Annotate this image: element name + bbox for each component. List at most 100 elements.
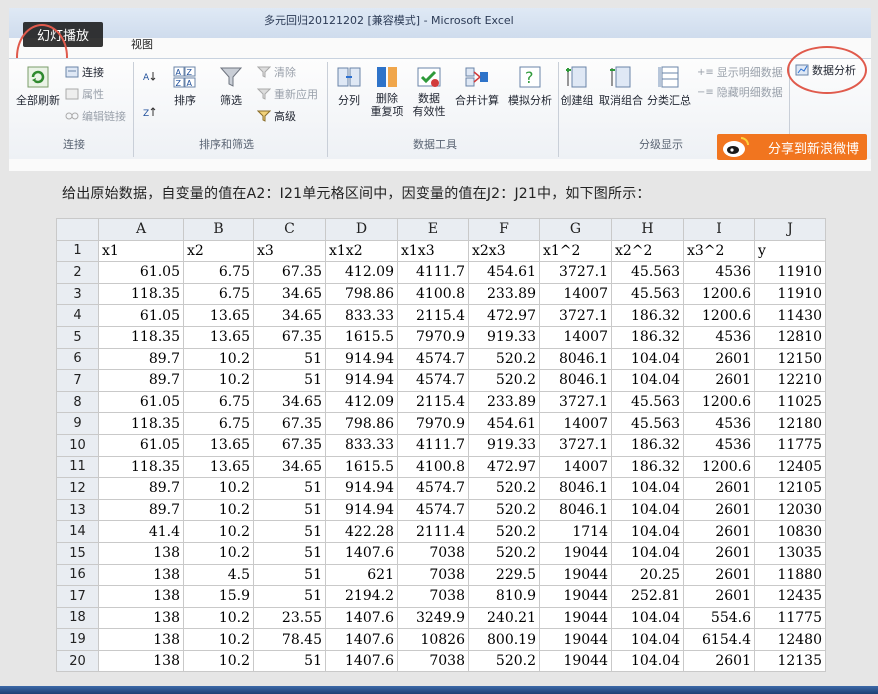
cell[interactable]: 520.2 [468, 347, 540, 371]
cell[interactable]: 798.86 [325, 282, 398, 306]
cell[interactable]: 240.21 [468, 606, 540, 630]
cell[interactable]: 19044 [539, 585, 612, 608]
row-header[interactable]: 12 [56, 477, 99, 500]
refresh-all-button[interactable]: 全部刷新 [15, 64, 61, 108]
cell[interactable]: 914.94 [325, 347, 398, 371]
hide-detail-button[interactable]: −≡ 隐藏明细数据 [697, 84, 783, 100]
reapply-button[interactable]: 重新应用 [257, 86, 318, 102]
cell[interactable]: 4100.8 [397, 282, 469, 306]
cell[interactable]: 186.32 [611, 304, 684, 327]
cell[interactable]: 20.25 [611, 563, 684, 587]
cell[interactable]: x1x3 [397, 239, 469, 263]
row-header[interactable]: 3 [56, 282, 99, 306]
remove-duplicates-button[interactable]: 删除 重复项 [365, 64, 409, 118]
cell[interactable]: 1407.6 [325, 628, 398, 651]
cell[interactable]: 13.65 [183, 325, 254, 349]
cell[interactable]: 2601 [683, 585, 755, 608]
cell[interactable]: 13.65 [183, 455, 254, 479]
cell[interactable]: 833.33 [325, 304, 398, 327]
cell[interactable]: 2194.2 [325, 585, 398, 608]
cell[interactable]: 554.6 [683, 606, 755, 630]
cell[interactable]: 4100.8 [397, 455, 469, 479]
cell[interactable]: 34.65 [253, 304, 326, 327]
cell[interactable]: 2115.4 [397, 304, 469, 327]
cell[interactable]: 51 [253, 498, 326, 522]
cell[interactable]: 472.97 [468, 304, 540, 327]
cell[interactable]: 104.04 [611, 369, 684, 392]
cell[interactable]: 520.2 [468, 520, 540, 543]
cell[interactable]: x1x2 [325, 239, 398, 263]
cell[interactable]: 51 [253, 563, 326, 587]
sort-button[interactable]: AZZA 排序 [165, 64, 205, 108]
cell[interactable]: 2115.4 [397, 390, 469, 414]
advanced-button[interactable]: 高级 [257, 108, 296, 124]
cell[interactable]: 61.05 [98, 433, 184, 457]
connections-button[interactable]: 连接 [65, 64, 104, 80]
row-header[interactable]: 14 [56, 520, 99, 543]
cell[interactable]: 412.09 [325, 390, 398, 414]
column-header[interactable]: A [98, 218, 184, 241]
edit-links-button[interactable]: 编辑链接 [65, 108, 126, 124]
cell[interactable]: 138 [98, 563, 184, 587]
cell[interactable]: 1200.6 [683, 455, 755, 479]
cell[interactable]: 78.45 [253, 628, 326, 651]
cell[interactable]: 1200.6 [683, 282, 755, 306]
cell[interactable]: 8046.1 [539, 347, 612, 371]
cell[interactable]: x1 [98, 239, 184, 263]
row-header[interactable]: 17 [56, 585, 99, 608]
cell[interactable]: 919.33 [468, 325, 540, 349]
cell[interactable]: 1407.6 [325, 606, 398, 630]
cell[interactable]: 10.2 [183, 498, 254, 522]
show-detail-button[interactable]: +≡ 显示明细数据 [697, 64, 783, 80]
cell[interactable]: 67.35 [253, 325, 326, 349]
cell[interactable]: 520.2 [468, 649, 540, 673]
cell[interactable]: 8046.1 [539, 498, 612, 522]
cell[interactable]: 138 [98, 606, 184, 630]
cell[interactable]: x1^2 [539, 239, 612, 263]
cell[interactable]: 10.2 [183, 606, 254, 630]
cell[interactable]: 6.75 [183, 390, 254, 414]
cell[interactable]: 12210 [754, 369, 826, 392]
cell[interactable]: 10.2 [183, 477, 254, 500]
cell[interactable]: 41.4 [98, 520, 184, 543]
cell[interactable]: 67.35 [253, 261, 326, 284]
cell[interactable]: 12135 [754, 649, 826, 673]
cell[interactable]: 7038 [397, 541, 469, 565]
cell[interactable]: 800.19 [468, 628, 540, 651]
cell[interactable]: 11430 [754, 304, 826, 327]
row-header[interactable]: 7 [56, 369, 99, 392]
select-all-corner[interactable] [56, 218, 99, 241]
cell[interactable]: 4574.7 [397, 347, 469, 371]
cell[interactable]: 12480 [754, 628, 826, 651]
cell[interactable]: 1200.6 [683, 304, 755, 327]
cell[interactable]: 34.65 [253, 390, 326, 414]
cell[interactable]: 621 [325, 563, 398, 587]
cell[interactable]: 3727.1 [539, 261, 612, 284]
cell[interactable]: 67.35 [253, 433, 326, 457]
cell[interactable]: 13.65 [183, 304, 254, 327]
cell[interactable]: 7038 [397, 563, 469, 587]
cell[interactable]: 10.2 [183, 628, 254, 651]
cell[interactable]: 12180 [754, 412, 826, 435]
cell[interactable]: 4574.7 [397, 477, 469, 500]
cell[interactable]: 19044 [539, 628, 612, 651]
cell[interactable]: 89.7 [98, 498, 184, 522]
cell[interactable]: 14007 [539, 282, 612, 306]
row-header[interactable]: 20 [56, 649, 99, 673]
cell[interactable]: 45.563 [611, 261, 684, 284]
cell[interactable]: 19044 [539, 541, 612, 565]
cell[interactable]: x2x3 [468, 239, 540, 263]
row-header[interactable]: 16 [56, 563, 99, 587]
cell[interactable]: 1407.6 [325, 649, 398, 673]
cell[interactable]: 11880 [754, 563, 826, 587]
cell[interactable]: 7038 [397, 585, 469, 608]
row-header[interactable]: 9 [56, 412, 99, 435]
column-header[interactable]: G [539, 218, 612, 241]
cell[interactable]: 412.09 [325, 261, 398, 284]
cell[interactable]: 6.75 [183, 261, 254, 284]
column-header[interactable]: D [325, 218, 398, 241]
cell[interactable]: 138 [98, 541, 184, 565]
cell[interactable]: 104.04 [611, 628, 684, 651]
cell[interactable]: 11025 [754, 390, 826, 414]
clear-button[interactable]: 清除 [257, 64, 296, 80]
